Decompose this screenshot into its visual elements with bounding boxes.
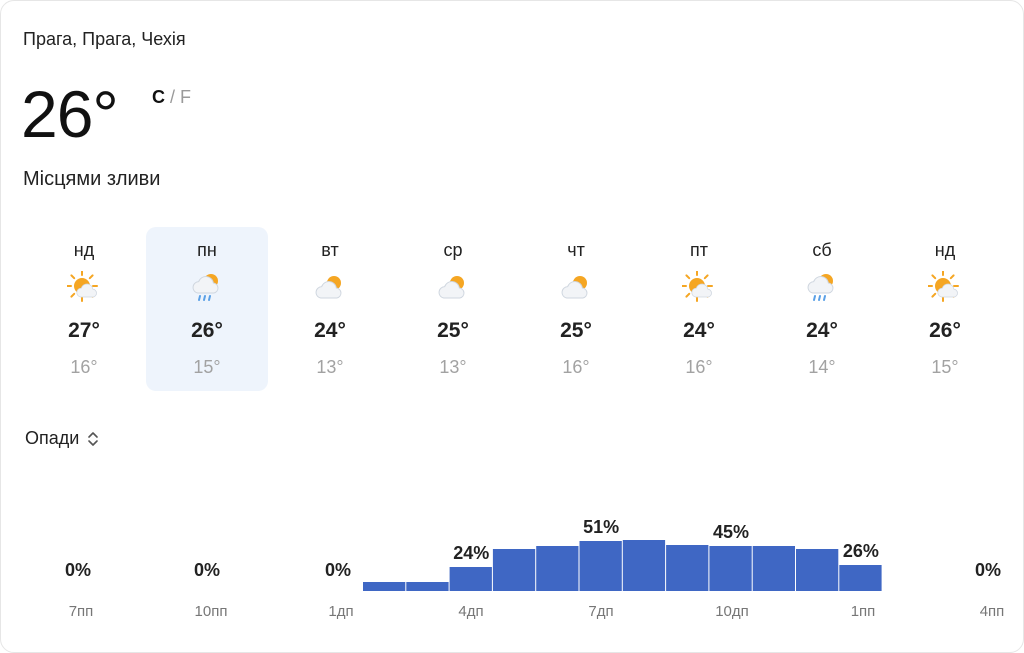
day-name: нд [934,240,956,260]
day-low: 16° [70,357,98,377]
cloud-sun-icon [559,271,593,305]
day-name: нд [73,240,95,260]
day-forecast[interactable]: ср 25° 13° [392,227,514,391]
day-name: пн [197,240,217,260]
x-tick-label: 7дп [588,603,614,620]
day-low: 16° [685,357,713,377]
bar-data-label: 45% [713,522,749,542]
day-name: вт [321,240,339,260]
day-name: чт [567,240,585,260]
precipitation-bar [579,541,622,591]
day-high: 24° [683,319,715,342]
precipitation-bar [622,540,666,591]
unit-fahrenheit[interactable]: F [180,87,191,107]
bar-data-label: 51% [583,517,619,537]
day-high: 27° [68,319,100,342]
sun-cloud-icon [681,270,716,305]
chevron-up-down-icon [88,431,99,446]
day-low: 15° [931,357,959,377]
day-low: 16° [562,357,590,377]
day-forecast[interactable]: нд 26° 15° [884,227,1006,391]
metric-label: Опади [25,428,80,448]
day-forecast[interactable]: чт 25° 16° [515,227,637,391]
day-low: 15° [193,357,221,377]
day-name: ср [443,240,463,260]
precipitation-bar [709,546,752,591]
precipitation-bars: 24% 51% 45% 26% [363,517,882,591]
sun-cloud-icon [66,270,101,305]
unit-toggle: C / F [152,87,191,108]
cloud-sun-icon [313,271,347,305]
x-tick-label: 4пп [979,603,1005,620]
location-label: Прага, Прага, Чехія [23,29,186,49]
day-high: 24° [806,319,838,342]
precipitation-bar [536,546,579,591]
day-high: 25° [560,319,592,342]
day-low: 14° [808,357,836,377]
x-tick-label: 10пп [194,603,228,620]
day-forecast[interactable]: сб 24° 14° [761,227,883,391]
day-name: пт [690,240,708,260]
x-tick-label: 1дп [328,603,354,620]
precipitation-bar [449,567,492,591]
current-condition: Місцями зливи [23,168,161,190]
sun-cloud-icon [927,270,962,305]
current-temperature: 26° [21,77,119,151]
day-forecast[interactable]: вт 24° 13° [269,227,391,391]
x-tick-label: 4дп [458,603,484,620]
precipitation-bar [839,565,882,591]
day-name: сб [812,240,832,260]
cloud-rain-sun-icon [190,271,224,305]
unit-celsius[interactable]: C [152,87,165,107]
precipitation-bar [752,546,795,591]
precipitation-bar [796,549,839,591]
precipitation-bar [406,582,449,591]
metric-selector[interactable]: Опади [25,428,99,449]
day-forecast[interactable]: нд 27° 16° [23,227,145,391]
precipitation-bar [666,545,709,591]
precipitation-bar [492,549,536,591]
day-forecast-selected[interactable]: пн 26° 15° [146,227,268,391]
daily-forecast: нд 27° 16° пн 26° 15° вт 24° 13° ср 25° … [23,227,1008,391]
day-high: 26° [929,319,961,342]
bar-data-label: 24% [453,543,489,563]
x-tick-label: 1пп [850,603,876,620]
bar-data-label: 26% [843,541,879,561]
x-tick-label: 10дп [715,603,749,620]
day-high: 24° [314,319,346,342]
day-forecast[interactable]: пт 24° 16° [638,227,760,391]
cloud-rain-sun-icon [805,271,839,305]
unit-separator: / [170,87,176,107]
cloud-sun-icon [436,271,470,305]
day-low: 13° [316,357,344,377]
day-high: 25° [437,319,469,342]
x-tick-label: 7пп [68,603,94,620]
precipitation-chart: 0% 0% 0% 0% 24% 51% 45% 26% 7пп 10пп 1дп 4д… [1,471,1024,631]
precipitation-bar [363,582,406,591]
weather-card: Прага, Прага, Чехія 26° C / F Місцями зл… [0,0,1024,653]
day-low: 13° [439,357,467,377]
day-high: 26° [191,319,223,342]
